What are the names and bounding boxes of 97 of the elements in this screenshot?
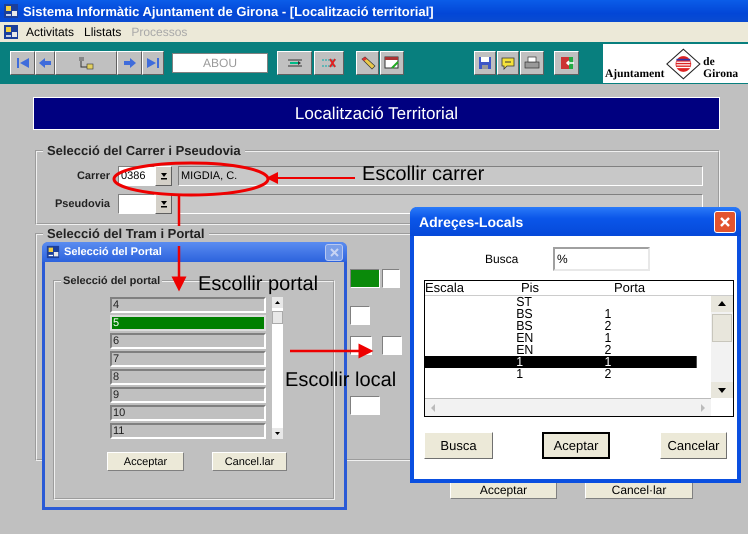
table-cell-text: EN <box>516 344 534 356</box>
table-cell-text: BS <box>516 320 534 332</box>
table-row[interactable]: 1 2 <box>425 368 697 380</box>
down-arrow-icon <box>160 171 168 180</box>
logo-text: de Girona <box>703 56 740 80</box>
group-title: Selecció del portal <box>62 275 162 287</box>
table-cell-text: 2 <box>604 320 612 332</box>
app-icon <box>46 245 60 259</box>
toolbar-button[interactable] <box>314 51 344 75</box>
menu-item[interactable]: Llistats <box>84 25 122 39</box>
printer-icon <box>524 56 540 70</box>
field-label: Carrer <box>76 170 110 182</box>
table-row[interactable]: ST <box>425 296 697 308</box>
table-row[interactable]: 1 1 <box>425 356 697 368</box>
save-icon <box>477 56 493 70</box>
selected-field[interactable] <box>350 269 380 288</box>
portal-list-item[interactable]: 9 <box>110 387 266 403</box>
input-field[interactable] <box>350 306 370 325</box>
dialog-button[interactable]: Cancelar <box>660 432 727 459</box>
toolbar-button[interactable] <box>277 51 312 75</box>
app-icon <box>3 3 19 19</box>
logo-text: Ajuntament <box>605 68 664 80</box>
table-row[interactable]: BS 1 <box>425 308 697 320</box>
exit-door-icon <box>558 56 574 70</box>
dialog-title: Adreçes-Locals <box>419 214 524 230</box>
table-cell-text: 1 <box>604 308 612 320</box>
table-row[interactable]: EN 2 <box>425 344 697 356</box>
dialog-button[interactable]: Cancel.lar <box>212 452 287 471</box>
search-field[interactable]: % <box>553 247 650 271</box>
portal-list-item[interactable]: 6 <box>110 333 266 349</box>
scrollbar[interactable] <box>711 296 733 398</box>
form-header: Localització Territorial <box>33 97 720 130</box>
table-cell-text: 1 <box>516 368 524 380</box>
scrollbar[interactable] <box>425 398 711 416</box>
table-cell-text: ST <box>516 296 533 308</box>
input-field[interactable] <box>350 396 380 415</box>
toolbar-button[interactable] <box>10 51 35 75</box>
pencil-icon <box>360 56 376 70</box>
skip-forward-icon <box>145 56 161 70</box>
edit-window-icon <box>384 56 400 70</box>
table-cell-text: 2 <box>604 344 612 356</box>
pseudovia-code-field[interactable] <box>118 194 155 214</box>
toolbar-button[interactable] <box>554 51 579 75</box>
input-field[interactable] <box>382 336 402 355</box>
table-row[interactable]: EN 1 <box>425 332 697 344</box>
table-cell-text: 1 <box>604 356 612 368</box>
dropdown-button[interactable] <box>155 166 172 186</box>
table-cell-text: EN <box>516 332 534 344</box>
dialog-button[interactable]: Acceptar <box>107 452 184 471</box>
input-field[interactable] <box>382 269 400 288</box>
delete-row-icon <box>321 56 337 70</box>
portal-list-item[interactable]: 5 <box>110 315 266 331</box>
column-header: Escala <box>425 281 466 295</box>
scroll-thumb[interactable] <box>712 314 732 342</box>
tree-icon <box>78 56 94 70</box>
portal-list-item[interactable]: 10 <box>110 405 266 421</box>
toolbar-button[interactable] <box>356 51 379 75</box>
toolbar-button[interactable] <box>35 51 55 75</box>
toolbar-button[interactable] <box>55 51 117 75</box>
table-cell-text: BS <box>516 308 534 320</box>
dialog-button[interactable]: Aceptar <box>542 432 610 459</box>
toolbar-button[interactable] <box>474 51 496 75</box>
annotation-text: Escollir carrer <box>362 164 484 184</box>
dialog-title: Selecció del Portal <box>64 246 162 258</box>
column-header: Porta <box>614 281 646 295</box>
field-label: Pseudovia <box>54 198 110 210</box>
toolbar-button[interactable] <box>380 51 404 75</box>
scroll-thumb[interactable] <box>272 311 283 324</box>
skip-back-icon <box>14 56 30 70</box>
search-label: Busca <box>485 252 520 266</box>
column-header: Pis <box>521 281 540 295</box>
scrollbar[interactable] <box>272 297 283 439</box>
dialog-button[interactable]: Busca <box>424 432 493 459</box>
close-icon <box>719 216 731 228</box>
toolbar-button[interactable] <box>520 51 544 75</box>
window-title: Sistema Informàtic Ajuntament de Girona - [Localització territorial] <box>23 4 434 18</box>
annotation-text: Escollir portal <box>198 274 318 294</box>
portal-list-item[interactable]: 11 <box>110 423 266 439</box>
portal-list-item[interactable]: 7 <box>110 351 266 367</box>
table-cell-text: 1 <box>604 332 612 344</box>
group-title: Selecció del Tram i Portal <box>46 226 206 241</box>
portal-list-item[interactable]: 4 <box>110 297 266 313</box>
toolbar-button[interactable] <box>117 51 142 75</box>
speech-bubble-icon <box>500 56 516 70</box>
menu-item[interactable]: Activitats <box>26 25 74 39</box>
close-icon <box>330 248 338 256</box>
app-icon <box>3 24 19 40</box>
arrow-right-icon <box>122 56 138 70</box>
table-cell-text: 2 <box>604 368 612 380</box>
toolbar-button[interactable] <box>142 51 164 75</box>
portal-list-item[interactable]: 8 <box>110 369 266 385</box>
table-row[interactable]: BS 2 <box>425 320 697 332</box>
group-title: Selecció del Carrer i Pseudovia <box>46 143 242 158</box>
table-cell-text: 1 <box>516 356 524 368</box>
arrow-left-icon <box>37 56 53 70</box>
toolbar-button[interactable] <box>497 51 519 75</box>
down-arrow-icon <box>160 199 168 208</box>
